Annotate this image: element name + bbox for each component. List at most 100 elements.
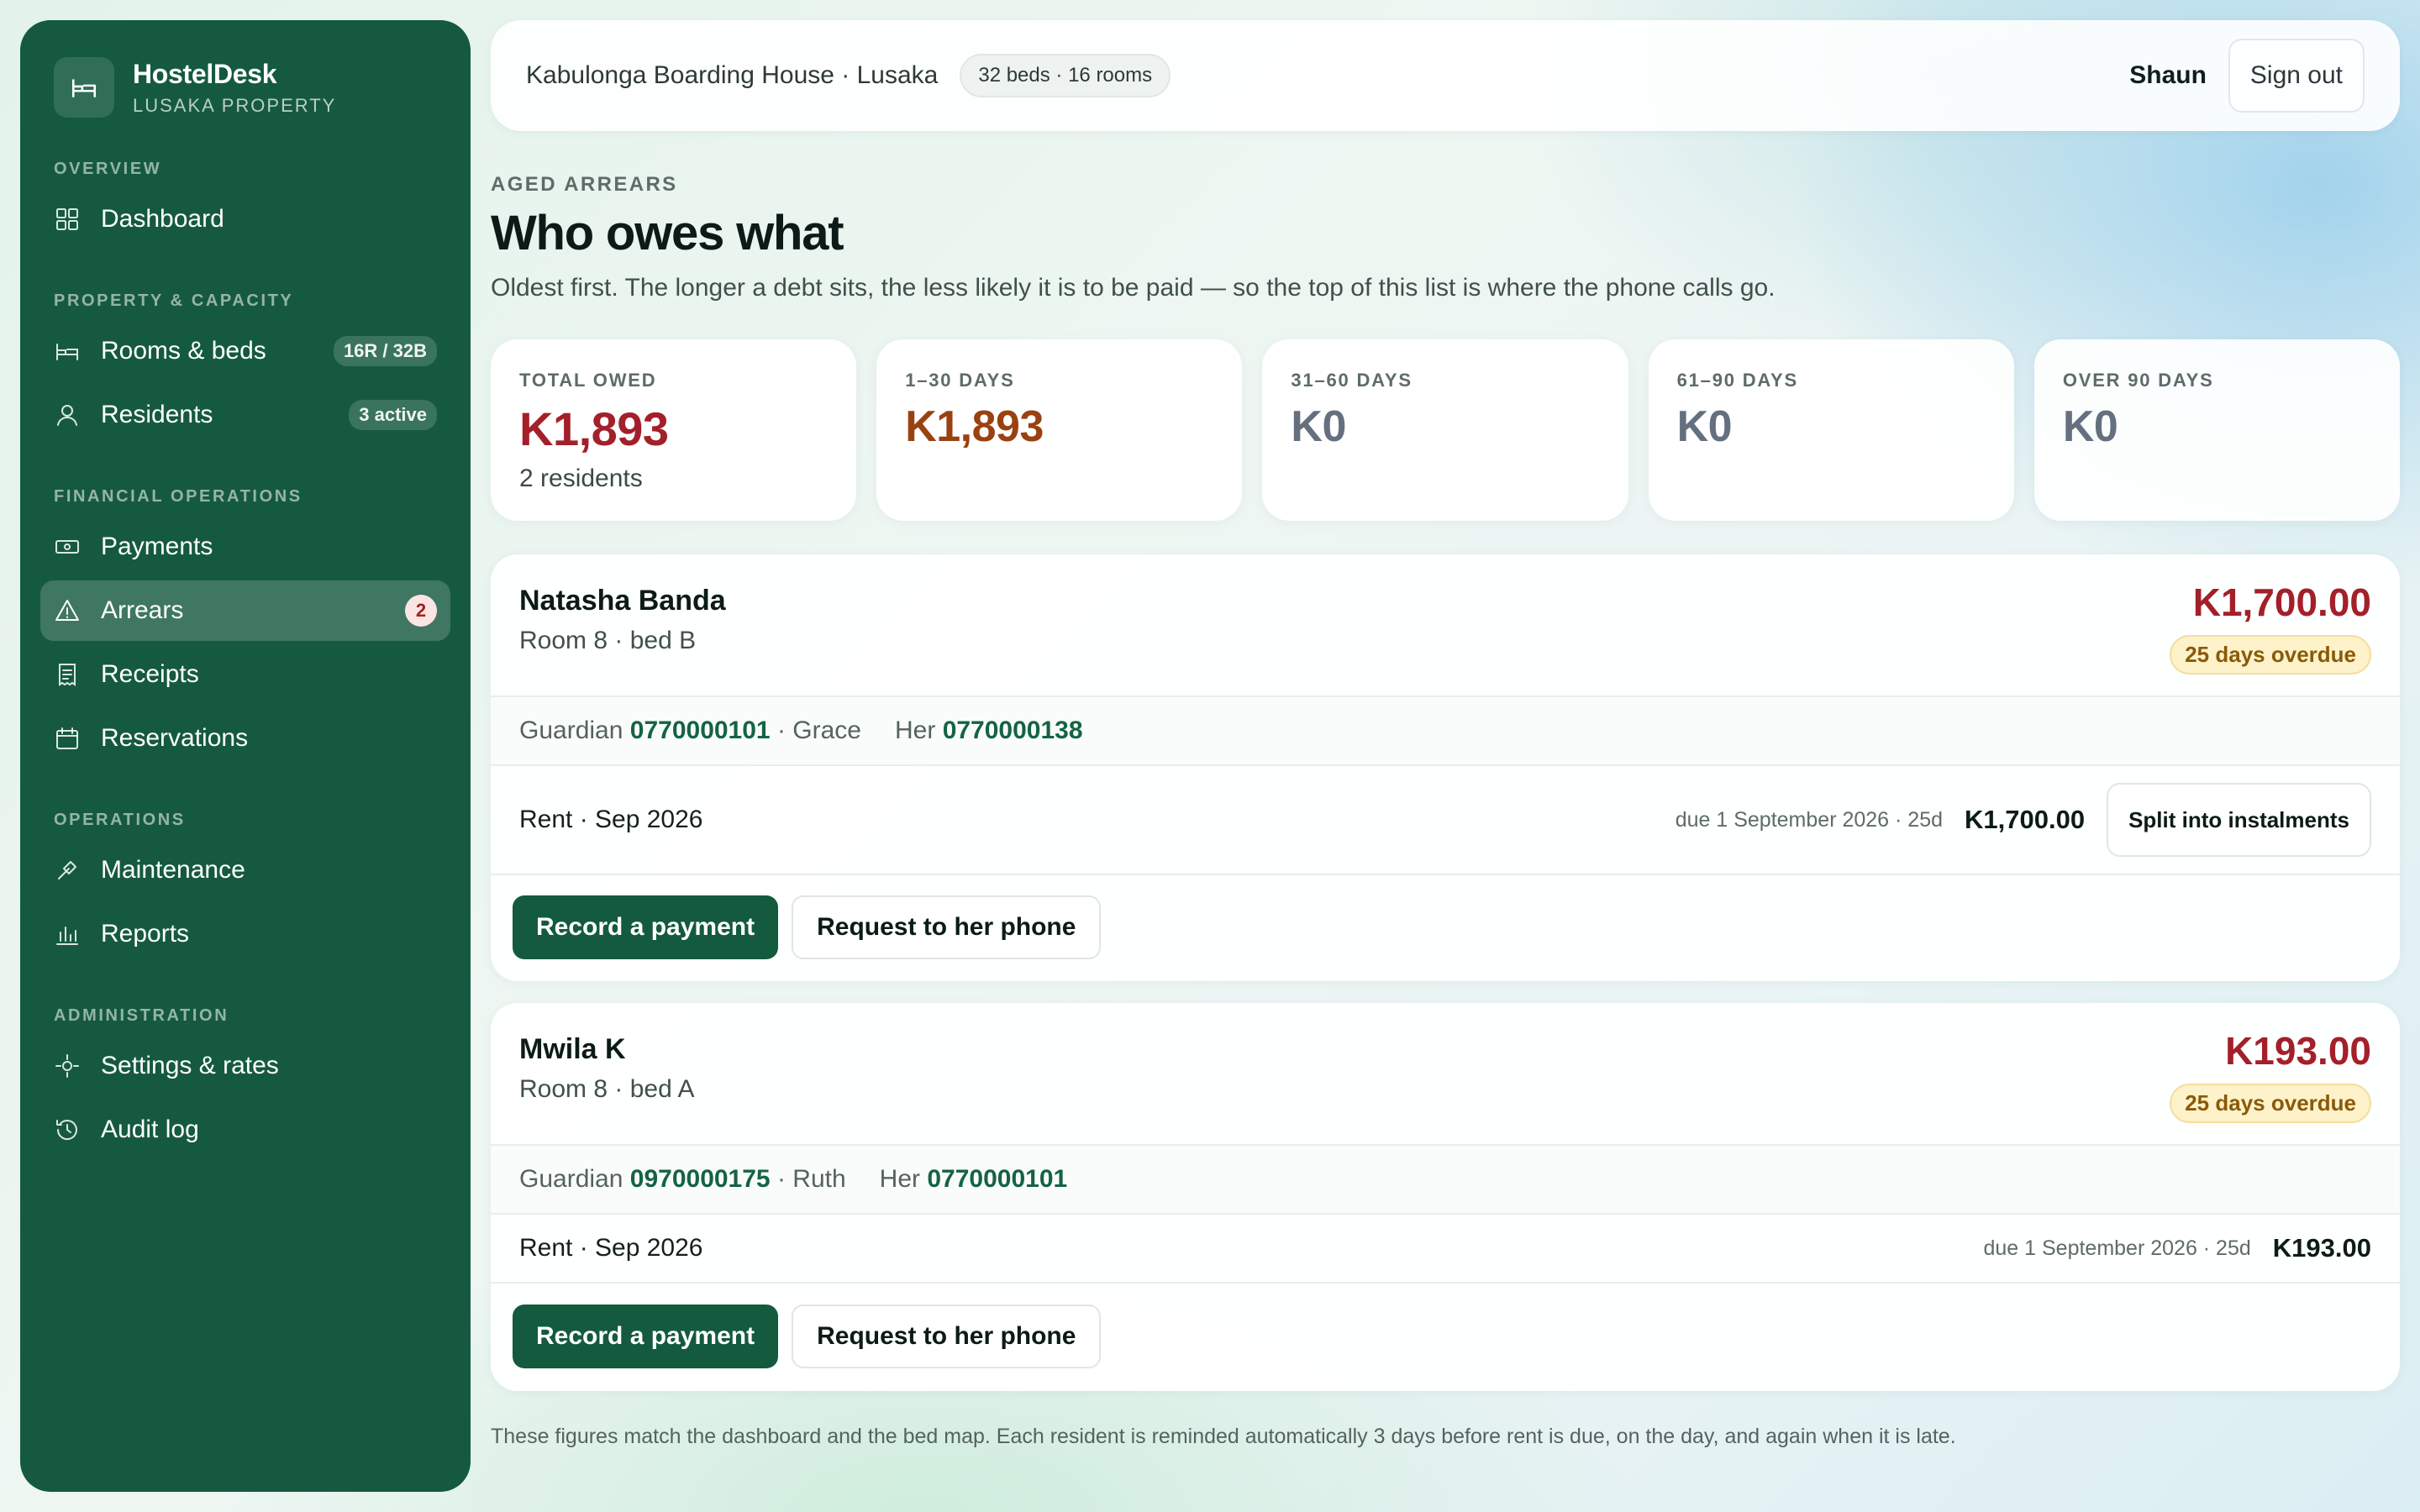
history-icon <box>54 1116 81 1143</box>
resident-contacts: Guardian 0970000175 · Ruth Her 077000010… <box>491 1146 2400 1215</box>
sidebar-item-audit-log[interactable]: Audit log <box>40 1100 450 1160</box>
bar-chart-icon <box>54 921 81 948</box>
sidebar-item-reservations[interactable]: Reservations <box>40 708 450 769</box>
resident-room: Room 8 · bed B <box>519 627 697 654</box>
sidebar-item-label: Dashboard <box>101 205 224 233</box>
sidebar: HostelDesk LUSAKA PROPERTY OVERVIEW Dash… <box>20 20 471 1492</box>
overdue-badge: 25 days overdue <box>2170 1084 2371 1123</box>
arrears-card-mwila-k: Mwila K Room 8 · bed A K193.00 25 days o… <box>491 1003 2400 1391</box>
summary-value: K0 <box>2062 402 2118 451</box>
sidebar-item-label: Arrears <box>101 596 184 624</box>
footnote: These figures match the dashboard and th… <box>491 1425 1956 1448</box>
brand-name: HostelDesk <box>133 58 277 89</box>
charge-amount: K1,700.00 <box>1965 805 2086 834</box>
sidebar-item-label: Settings & rates <box>101 1052 279 1079</box>
resident-actions: Record a payment Request to her phone <box>491 875 2400 979</box>
summary-label: 61–90 DAYS <box>1676 370 1799 391</box>
brand[interactable]: HostelDesk LUSAKA PROPERTY <box>40 54 450 121</box>
charge-amount: K193.00 <box>2272 1233 2371 1263</box>
cash-icon <box>54 533 81 560</box>
sidebar-item-dashboard[interactable]: Dashboard <box>40 189 450 249</box>
resident-name[interactable]: Mwila K <box>519 1033 626 1066</box>
capacity-badge: 32 beds · 16 rooms <box>960 54 1171 97</box>
page-title: Who owes what <box>491 206 844 260</box>
resident-phone-link[interactable]: 0770000101 <box>927 1165 1067 1194</box>
guardian-name: · Ruth <box>776 1165 846 1193</box>
charge-label: Rent · Sep 2026 <box>519 1234 703 1262</box>
arrears-card-natasha-banda: Natasha Banda Room 8 · bed B K1,700.00 2… <box>491 554 2400 981</box>
charge-row: Rent · Sep 2026 due 1 September 2026 · 2… <box>491 766 2400 875</box>
bed-logo-icon <box>54 57 114 118</box>
page-eyebrow: AGED ARREARS <box>491 173 678 196</box>
summary-card-1-30: 1–30 DAYS K1,893 <box>876 339 1243 521</box>
sidebar-item-arrears[interactable]: Arrears 2 <box>40 580 450 641</box>
arrears-summary: TOTAL OWED K1,893 2 residents 1–30 DAYS … <box>491 339 2401 521</box>
summary-value: K0 <box>1291 402 1346 451</box>
summary-value: K1,893 <box>519 402 669 455</box>
summary-note: 2 residents <box>519 465 643 492</box>
section-label-administration: ADMINISTRATION <box>54 1006 229 1025</box>
gear-icon <box>54 1053 81 1079</box>
guardian-label: Guardian <box>519 1165 623 1193</box>
brand-subtitle: LUSAKA PROPERTY <box>133 94 337 116</box>
sidebar-item-label: Residents <box>101 401 213 428</box>
receipt-icon <box>54 661 81 688</box>
summary-label: 1–30 DAYS <box>905 370 1015 391</box>
user-icon <box>54 402 81 428</box>
calendar-icon <box>54 725 81 752</box>
request-to-phone-button[interactable]: Request to her phone <box>792 1305 1102 1368</box>
sidebar-item-payments[interactable]: Payments <box>40 517 450 577</box>
resident-phone-link[interactable]: 0770000138 <box>943 717 1083 745</box>
summary-label: TOTAL OWED <box>519 370 657 391</box>
sidebar-item-rooms-beds[interactable]: Rooms & beds 16R / 32B <box>40 321 450 381</box>
summary-card-31-60: 31–60 DAYS K0 <box>1262 339 1628 521</box>
top-header: Kabulonga Boarding House · Lusaka 32 bed… <box>491 20 2400 131</box>
sidebar-item-maintenance[interactable]: Maintenance <box>40 840 450 900</box>
overdue-badge: 25 days overdue <box>2170 635 2371 675</box>
summary-card-over-90: OVER 90 DAYS K0 <box>2033 339 2401 521</box>
sidebar-item-receipts[interactable]: Receipts <box>40 644 450 705</box>
guardian-phone-link[interactable]: 0770000101 <box>630 717 771 745</box>
guardian-name: · Grace <box>776 717 861 744</box>
sign-out-button[interactable]: Sign out <box>2228 39 2365 113</box>
summary-label: 31–60 DAYS <box>1291 370 1413 391</box>
sidebar-item-residents[interactable]: Residents 3 active <box>40 385 450 445</box>
resident-contacts: Guardian 0770000101 · Grace Her 07700001… <box>491 697 2400 766</box>
sidebar-item-label: Audit log <box>101 1116 199 1143</box>
summary-card-61-90: 61–90 DAYS K0 <box>1648 339 2014 521</box>
section-label-financial: FINANCIAL OPERATIONS <box>54 487 302 506</box>
user-name: Shaun <box>2129 61 2207 89</box>
section-label-property: PROPERTY & CAPACITY <box>54 291 294 310</box>
resident-header: Mwila K Room 8 · bed A K193.00 25 days o… <box>491 1003 2400 1146</box>
bed-icon <box>54 338 81 365</box>
resident-amount-owed: K1,700.00 <box>2192 580 2371 624</box>
split-instalments-button[interactable]: Split into instalments <box>2107 783 2371 857</box>
her-label: Her <box>895 717 936 744</box>
guardian-phone-link[interactable]: 0970000175 <box>630 1165 771 1194</box>
summary-value: K0 <box>1676 402 1733 451</box>
sidebar-item-reports[interactable]: Reports <box>40 904 450 964</box>
sidebar-item-label: Reports <box>101 920 190 948</box>
property-name: Kabulonga Boarding House · Lusaka <box>526 61 939 89</box>
active-count-pill: 3 active <box>349 400 437 430</box>
record-payment-button[interactable]: Record a payment <box>513 895 779 959</box>
sidebar-item-label: Maintenance <box>101 856 245 884</box>
section-label-operations: OPERATIONS <box>54 811 186 829</box>
charge-label: Rent · Sep 2026 <box>519 806 703 833</box>
summary-label: OVER 90 DAYS <box>2062 370 2214 391</box>
charge-due: due 1 September 2026 · 25d <box>1983 1236 2251 1260</box>
summary-card-total: TOTAL OWED K1,893 2 residents <box>491 339 857 521</box>
guardian-label: Guardian <box>519 717 623 744</box>
grid-icon <box>54 206 81 233</box>
record-payment-button[interactable]: Record a payment <box>513 1305 779 1368</box>
sidebar-item-label: Rooms & beds <box>101 337 266 365</box>
resident-name[interactable]: Natasha Banda <box>519 585 726 617</box>
wrench-icon <box>54 857 81 884</box>
resident-room: Room 8 · bed A <box>519 1075 695 1103</box>
sidebar-item-label: Payments <box>101 533 213 560</box>
request-to-phone-button[interactable]: Request to her phone <box>792 895 1102 959</box>
her-label: Her <box>879 1165 921 1193</box>
capacity-pill: 16R / 32B <box>333 336 437 366</box>
resident-amount-owed: K193.00 <box>2225 1029 2371 1073</box>
sidebar-item-settings[interactable]: Settings & rates <box>40 1036 450 1096</box>
